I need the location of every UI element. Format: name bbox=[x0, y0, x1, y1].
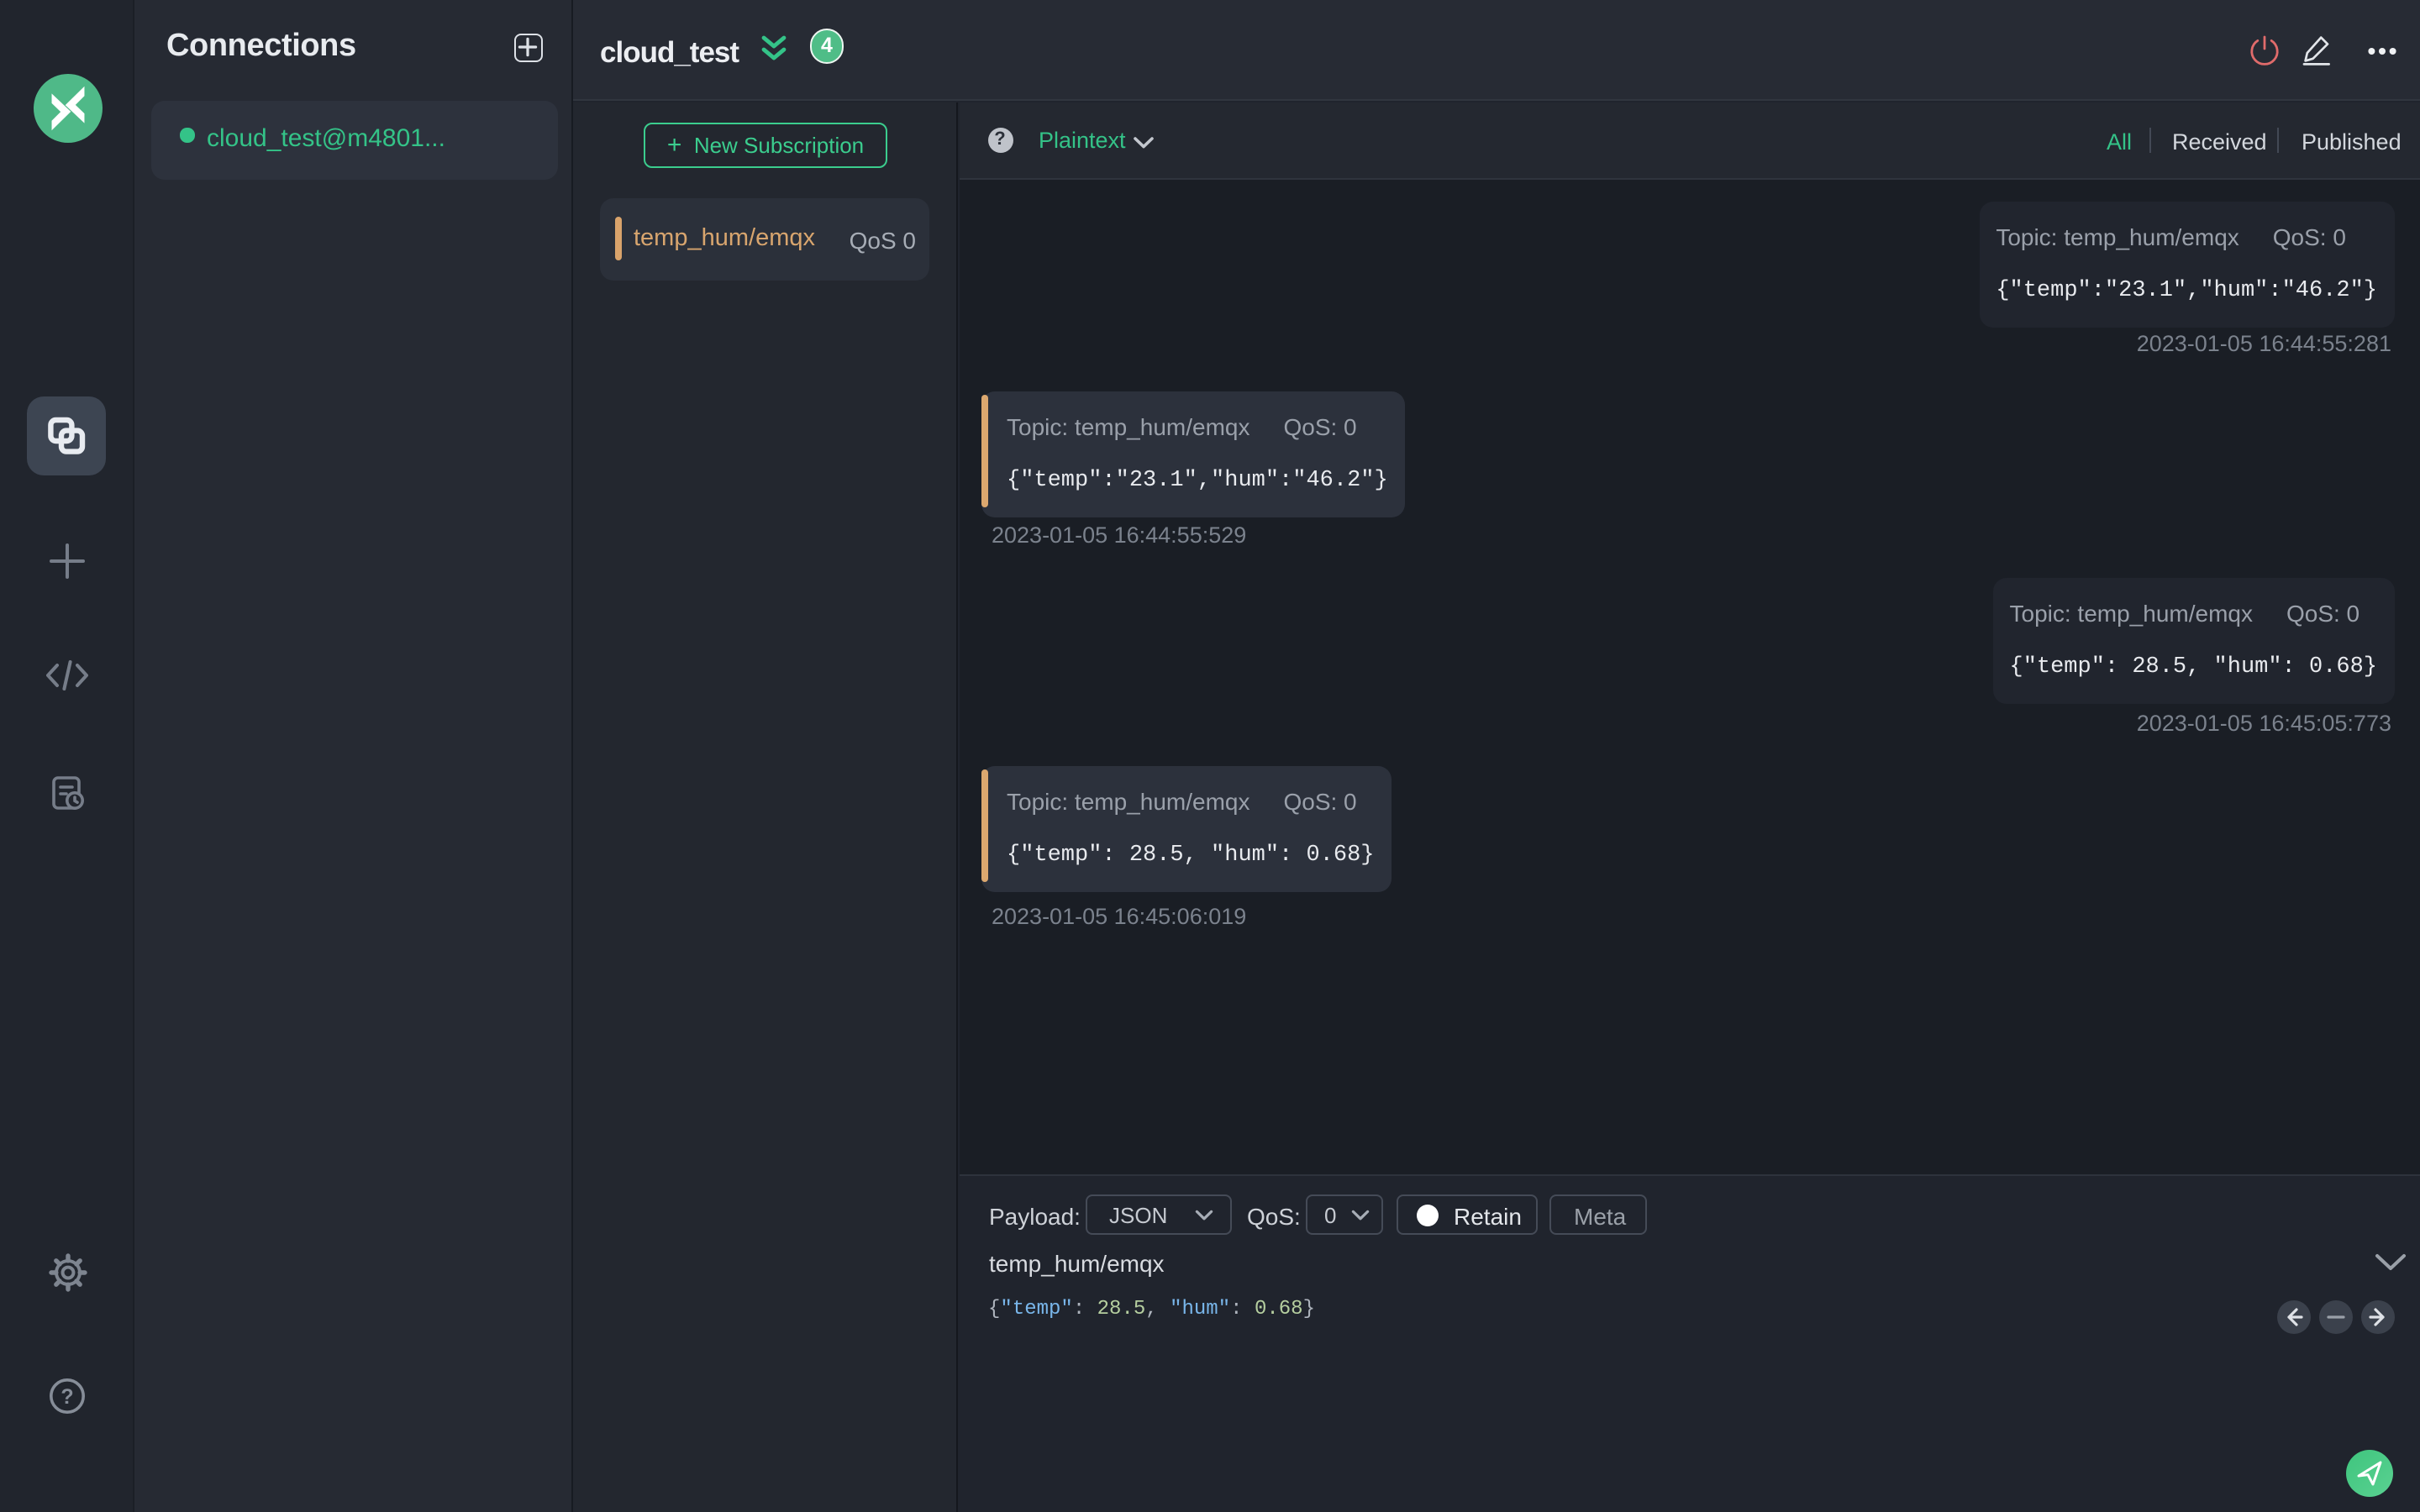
svg-text:?: ? bbox=[60, 1385, 73, 1409]
